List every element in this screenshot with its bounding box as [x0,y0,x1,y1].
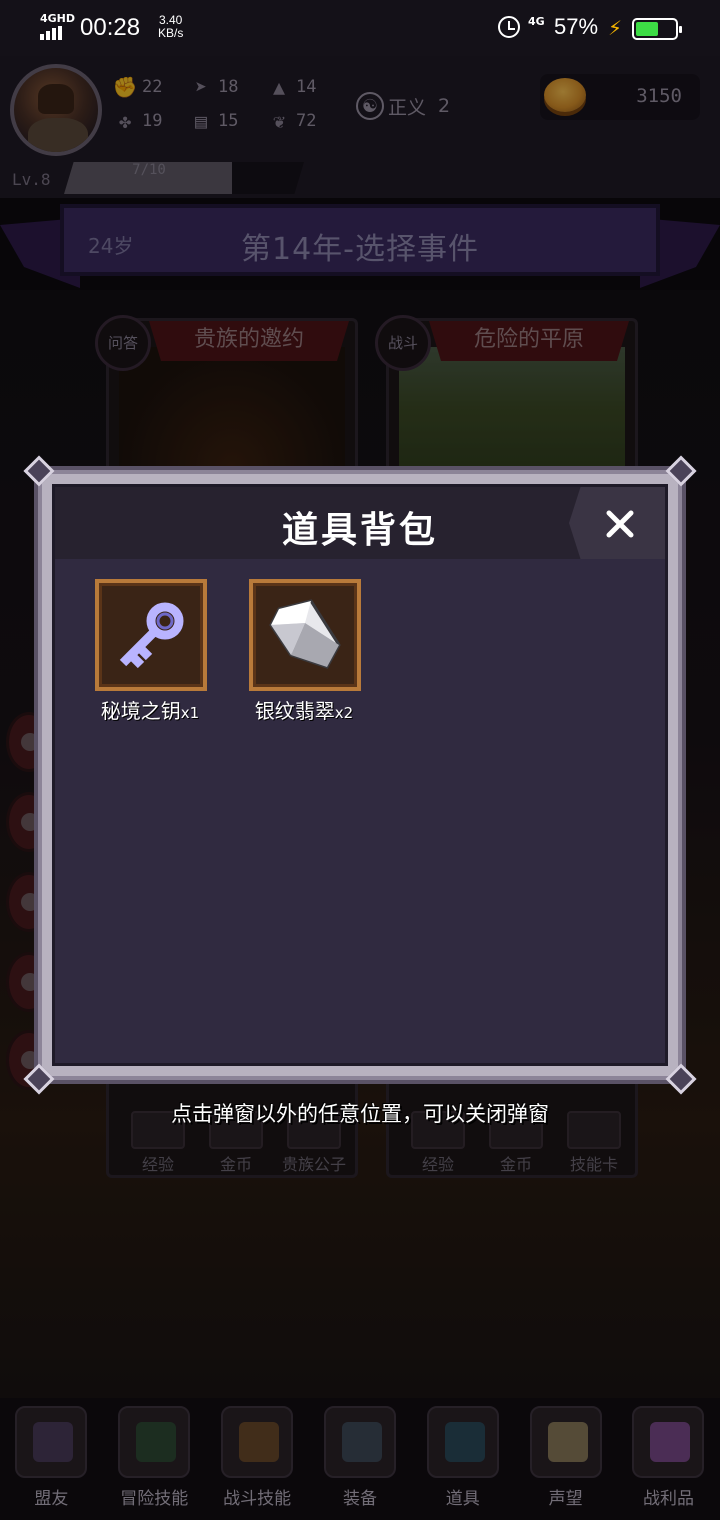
item-grid: 秘境之钥x1 银纹翡翠x2 [77,579,361,724]
network-type: 4GHD [40,12,76,25]
item-name: 秘境之钥 [100,699,181,723]
item-quantity: x1 [180,704,200,722]
cell-type: 4G [528,15,545,28]
item-label: 银纹翡翠x2 [239,695,369,724]
modal-body: 道具背包 秘境之钥x1 银纹翡翠x2 [52,484,668,1066]
gem-icon [269,599,341,669]
charging-icon: ⚡ [608,16,623,40]
modal-header: 道具背包 [55,487,665,559]
item-slot [249,579,361,691]
network-speed: 3.40 KB/s [158,14,183,40]
signal-icon [40,26,62,40]
battery-icon [632,18,682,40]
close-icon [606,510,634,538]
battery-percent: 57% [554,14,599,39]
inventory-modal: 道具背包 秘境之钥x1 银纹翡翠x2 [23,455,697,1095]
item-slot [95,579,207,691]
close-hint: 点击弹窗以外的任意位置，可以关闭弹窗 [171,1102,549,1126]
inventory-item[interactable]: 秘境之钥x1 [77,579,207,724]
status-bar: 4GHD 00:28 3.40 KB/s 4G 57% ⚡ [0,0,720,56]
inventory-item[interactable]: 银纹翡翠x2 [231,579,361,724]
item-name: 银纹翡翠 [254,699,335,723]
key-icon [119,602,184,669]
battery-fill [636,22,658,36]
alarm-icon [498,16,520,38]
item-quantity: x2 [334,704,354,722]
clock: 00:28 [80,14,141,41]
close-button[interactable] [569,487,665,559]
speed-unit: KB/s [158,26,184,40]
item-label: 秘境之钥x1 [85,695,215,724]
